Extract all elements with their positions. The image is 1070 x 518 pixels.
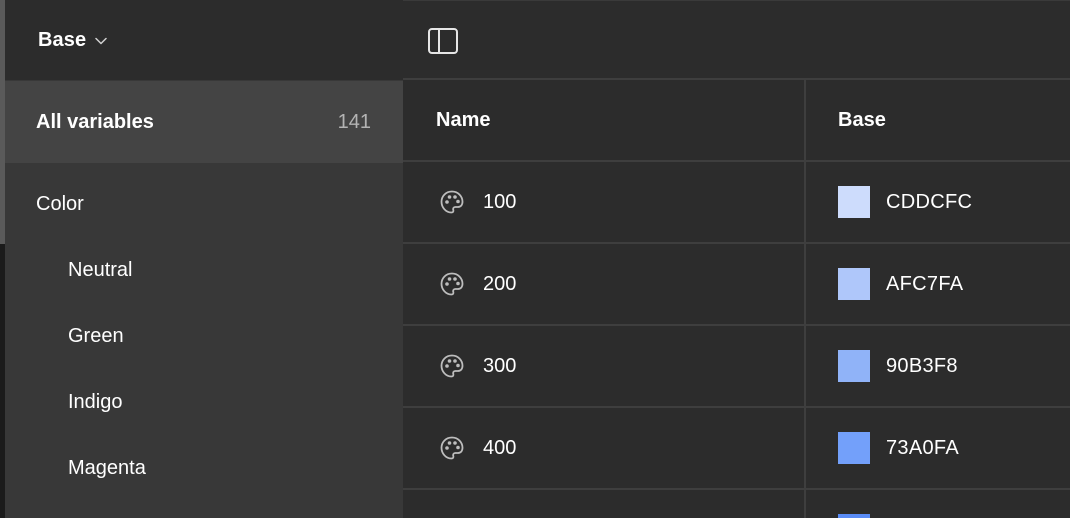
- column-header-base[interactable]: Base: [838, 80, 886, 160]
- variable-name-cell[interactable]: 300: [403, 326, 804, 406]
- table-row[interactable]: 300 90B3F8: [403, 326, 1070, 408]
- variables-editor-window: Base All variables 141 Color Neutral Gre…: [0, 0, 1070, 518]
- hex-value: 73A0FA: [886, 436, 959, 459]
- variable-name: 200: [483, 272, 517, 295]
- chevron-down-icon: [95, 37, 107, 44]
- variable-name-cell[interactable]: 100: [403, 162, 804, 242]
- hex-value: AFC7FA: [886, 272, 964, 295]
- table-row[interactable]: 400 73A0FA: [403, 408, 1070, 490]
- collection-name: Base: [38, 28, 87, 51]
- table-row[interactable]: 200 AFC7FA: [403, 244, 1070, 326]
- variable-name-cell[interactable]: 200: [403, 244, 804, 324]
- sidebar-item-all-variables[interactable]: All variables 141: [5, 81, 403, 163]
- variable-name-cell[interactable]: 400: [403, 408, 804, 488]
- sidebar: Base All variables 141 Color Neutral Gre…: [5, 0, 403, 518]
- column-divider[interactable]: [804, 80, 806, 518]
- color-swatch[interactable]: [838, 186, 870, 218]
- variable-value-cell[interactable]: CDDCFC: [806, 162, 1070, 242]
- variable-name: 100: [483, 190, 517, 213]
- variables-table: Name Base 100 CDDCFC 200 AFC7FA 300 90B3…: [403, 80, 1070, 518]
- sidebar-item-green[interactable]: Green: [5, 311, 403, 361]
- variable-value-cell[interactable]: 90B3F8: [806, 326, 1070, 406]
- sidebar-item-label: Neutral: [68, 258, 133, 281]
- hex-value: 90B3F8: [886, 354, 958, 377]
- main-panel: Name Base 100 CDDCFC 200 AFC7FA 300 90B3…: [403, 0, 1070, 518]
- variable-name: 400: [483, 436, 517, 459]
- collection-dropdown[interactable]: Base: [5, 0, 403, 80]
- palette-icon: [440, 354, 464, 378]
- toolbar: [403, 0, 1070, 80]
- sidebar-item-neutral[interactable]: Neutral: [5, 245, 403, 295]
- sidebar-toggle-icon: [428, 28, 458, 54]
- table-header-row: Name Base: [403, 80, 1070, 162]
- sidebar-item-indigo[interactable]: Indigo: [5, 377, 403, 427]
- color-swatch[interactable]: [838, 432, 870, 464]
- color-swatch[interactable]: [838, 268, 870, 300]
- sidebar-item-label: Color: [36, 192, 84, 215]
- variable-value-cell[interactable]: 73A0FA: [806, 408, 1070, 488]
- column-header-name[interactable]: Name: [436, 80, 490, 160]
- variable-value-cell[interactable]: AFC7FA: [806, 244, 1070, 324]
- color-swatch-partial[interactable]: [838, 514, 870, 518]
- palette-icon: [440, 436, 464, 460]
- sidebar-item-label: Green: [68, 324, 124, 347]
- variable-count: 141: [337, 110, 371, 133]
- sidebar-item-color[interactable]: Color: [5, 179, 403, 229]
- palette-icon: [440, 190, 464, 214]
- color-swatch[interactable]: [838, 350, 870, 382]
- table-row[interactable]: 100 CDDCFC: [403, 162, 1070, 244]
- sidebar-item-magenta[interactable]: Magenta: [5, 443, 403, 493]
- palette-icon: [440, 272, 464, 296]
- sidebar-item-label: Indigo: [68, 390, 123, 413]
- hex-value: CDDCFC: [886, 190, 973, 213]
- sidebar-item-label: Magenta: [68, 456, 146, 479]
- sidebar-toggle-button[interactable]: [427, 26, 459, 56]
- sidebar-item-label: All variables: [36, 110, 154, 133]
- variable-name: 300: [483, 354, 517, 377]
